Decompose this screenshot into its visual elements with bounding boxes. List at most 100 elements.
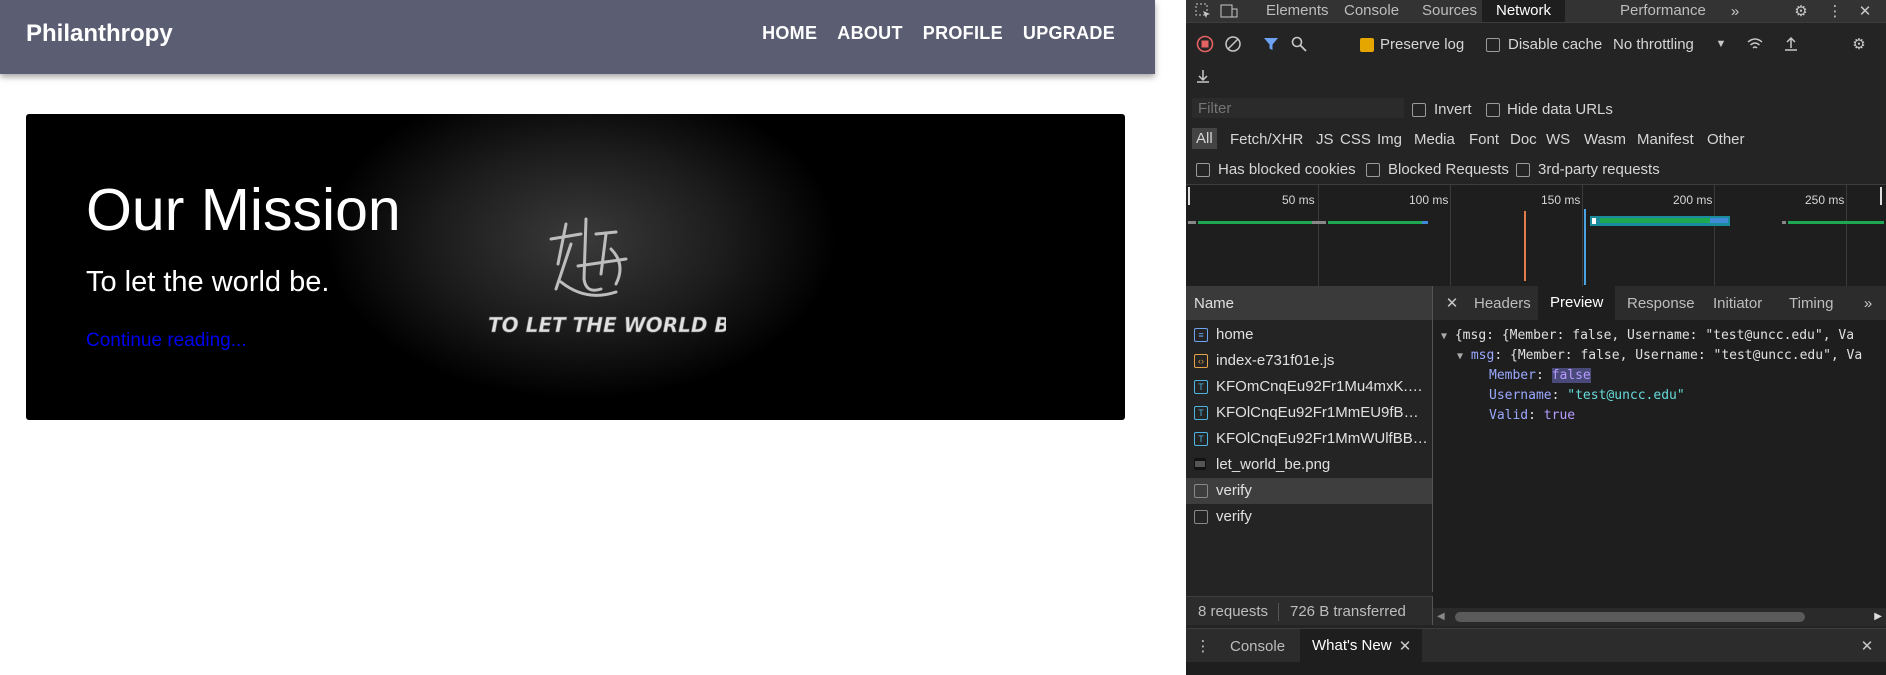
type-wasm[interactable]: Wasm	[1584, 131, 1626, 148]
tab-console[interactable]: Console	[1344, 0, 1399, 22]
tab-performance[interactable]: Performance	[1620, 0, 1706, 22]
nav-home[interactable]: HOME	[762, 23, 817, 44]
inspect-element-icon[interactable]	[1194, 2, 1212, 20]
disable-cache-checkbox[interactable]	[1486, 38, 1500, 52]
tab-elements[interactable]: Elements	[1266, 0, 1329, 22]
detail-tab-timing[interactable]: Timing	[1789, 295, 1833, 312]
request-row[interactable]: let_world_be.png	[1186, 452, 1432, 478]
blocked-requests-checkbox[interactable]	[1366, 163, 1380, 177]
throttling-dropdown-icon[interactable]: ▼	[1712, 35, 1730, 53]
preserve-log-label: Preserve log	[1380, 36, 1465, 53]
timeline-bars	[1188, 187, 1884, 285]
hero-title: Our Mission	[86, 177, 401, 243]
type-media[interactable]: Media	[1414, 131, 1455, 148]
nav-profile[interactable]: PROFILE	[923, 23, 1003, 44]
import-har-icon[interactable]	[1782, 35, 1800, 53]
request-row[interactable]: T KFOlCnqEu92Fr1MmWUlfBBc4...	[1186, 426, 1432, 452]
nav-about[interactable]: ABOUT	[837, 23, 903, 44]
member-value[interactable]: false	[1551, 368, 1591, 383]
more-tabs-icon[interactable]: »	[1726, 2, 1744, 20]
close-detail-icon[interactable]: ✕	[1443, 294, 1461, 312]
type-fetch-xhr[interactable]: Fetch/XHR	[1230, 131, 1303, 148]
username-value[interactable]: "test@uncc.edu"	[1567, 388, 1684, 403]
continue-reading-link[interactable]: Continue reading...	[86, 330, 247, 352]
network-conditions-icon[interactable]	[1746, 35, 1764, 53]
filter-input[interactable]	[1192, 98, 1404, 118]
request-name: verify	[1216, 508, 1252, 525]
close-devtools-icon[interactable]: ✕	[1856, 2, 1874, 20]
msg-summary[interactable]: {Member: false, Username: "test@uncc.edu…	[1510, 348, 1862, 363]
hide-data-urls-checkbox[interactable]	[1486, 103, 1500, 117]
blocked-filter-row: Has blocked cookies Blocked Requests 3rd…	[1186, 158, 1886, 182]
record-stop-icon[interactable]	[1196, 35, 1214, 53]
type-img[interactable]: Img	[1377, 131, 1402, 148]
has-blocked-cookies-checkbox[interactable]	[1196, 163, 1210, 177]
type-other[interactable]: Other	[1707, 131, 1745, 148]
clear-icon[interactable]	[1224, 35, 1242, 53]
type-css[interactable]: CSS	[1340, 131, 1371, 148]
request-row[interactable]: ‹› index-e731f01e.js	[1186, 348, 1432, 374]
network-toolbar: Preserve log Disable cache No throttling…	[1186, 28, 1886, 62]
network-settings-gear-icon[interactable]: ⚙	[1850, 35, 1868, 53]
nav-upgrade[interactable]: UPGRADE	[1023, 23, 1115, 44]
request-name: KFOlCnqEu92Fr1MmWUlfBBc4...	[1216, 430, 1428, 447]
request-row[interactable]: verify	[1186, 478, 1432, 504]
tab-sources[interactable]: Sources	[1422, 0, 1477, 22]
request-row[interactable]: verify	[1186, 504, 1432, 530]
mission-logo-image: TO LET THE WORLD BE	[466, 204, 744, 344]
detail-tab-preview[interactable]: Preview	[1538, 286, 1616, 320]
detail-tab-headers[interactable]: Headers	[1474, 295, 1531, 312]
preview-horizontal-scrollbar[interactable]: ◀ ▶	[1433, 608, 1886, 626]
expand-triangle-icon[interactable]: ▼	[1457, 351, 1463, 362]
network-timeline-overview[interactable]: 50 ms 100 ms 150 ms 200 ms 250 ms	[1186, 184, 1886, 288]
expand-triangle-icon[interactable]: ▼	[1441, 331, 1447, 342]
settings-gear-icon[interactable]: ⚙	[1792, 2, 1810, 20]
request-row[interactable]: ≡ home	[1186, 322, 1432, 348]
drawer-menu-icon[interactable]: ⋮	[1194, 637, 1212, 655]
type-ws[interactable]: WS	[1546, 131, 1570, 148]
script-icon: ‹›	[1194, 354, 1208, 368]
request-row[interactable]: T KFOlCnqEu92Fr1MmEU9fBBc4...	[1186, 400, 1432, 426]
type-manifest[interactable]: Manifest	[1637, 131, 1694, 148]
type-doc[interactable]: Doc	[1510, 131, 1537, 148]
scrollbar-thumb[interactable]	[1455, 612, 1805, 622]
throttling-select[interactable]: No throttling	[1613, 36, 1694, 53]
msg-key[interactable]: msg	[1471, 348, 1494, 363]
type-all[interactable]: All	[1192, 128, 1217, 149]
brand-logo[interactable]: Philanthropy	[26, 20, 173, 48]
network-toolbar-row2	[1186, 64, 1886, 88]
preserve-log-checkbox[interactable]	[1360, 38, 1374, 52]
export-har-icon[interactable]	[1194, 67, 1212, 85]
name-column-header[interactable]: Name	[1186, 286, 1433, 320]
scroll-right-icon[interactable]: ▶	[1874, 611, 1882, 622]
tab-network[interactable]: Network	[1482, 0, 1566, 22]
scroll-left-icon[interactable]: ◀	[1437, 611, 1445, 622]
hero-subtitle: To let the world be.	[86, 266, 330, 298]
blocked-requests-label: Blocked Requests	[1388, 161, 1509, 178]
nav-links: HOME ABOUT PROFILE UPGRADE	[762, 23, 1115, 44]
drawer-tab-console[interactable]: Console	[1230, 638, 1285, 655]
has-blocked-cookies-label: Has blocked cookies	[1218, 161, 1356, 178]
invert-checkbox[interactable]	[1412, 103, 1426, 117]
close-whats-new-icon[interactable]: ✕	[1396, 637, 1414, 655]
type-font[interactable]: Font	[1469, 131, 1499, 148]
more-options-icon[interactable]: ⋮	[1826, 2, 1844, 20]
filter-row: Invert Hide data URLs	[1186, 98, 1886, 122]
valid-value[interactable]: true	[1544, 408, 1575, 423]
name-header-label: Name	[1194, 295, 1235, 312]
detail-tab-response[interactable]: Response	[1627, 295, 1695, 312]
font-icon: T	[1194, 406, 1208, 420]
close-drawer-icon[interactable]: ✕	[1858, 637, 1876, 655]
detail-tab-initiator[interactable]: Initiator	[1713, 295, 1762, 312]
third-party-checkbox[interactable]	[1516, 163, 1530, 177]
xhr-icon	[1194, 510, 1208, 524]
font-icon: T	[1194, 380, 1208, 394]
filter-funnel-icon[interactable]	[1262, 35, 1280, 53]
type-js[interactable]: JS	[1316, 131, 1334, 148]
search-icon[interactable]	[1290, 35, 1308, 53]
more-detail-tabs-icon[interactable]: »	[1859, 294, 1877, 312]
device-toolbar-icon[interactable]	[1220, 2, 1238, 20]
preview-root-line[interactable]: {msg: {Member: false, Username: "test@un…	[1455, 328, 1854, 343]
request-count: 8 requests	[1198, 603, 1269, 620]
request-row[interactable]: T KFOmCnqEu92Fr1Mu4mxK.wo...	[1186, 374, 1432, 400]
